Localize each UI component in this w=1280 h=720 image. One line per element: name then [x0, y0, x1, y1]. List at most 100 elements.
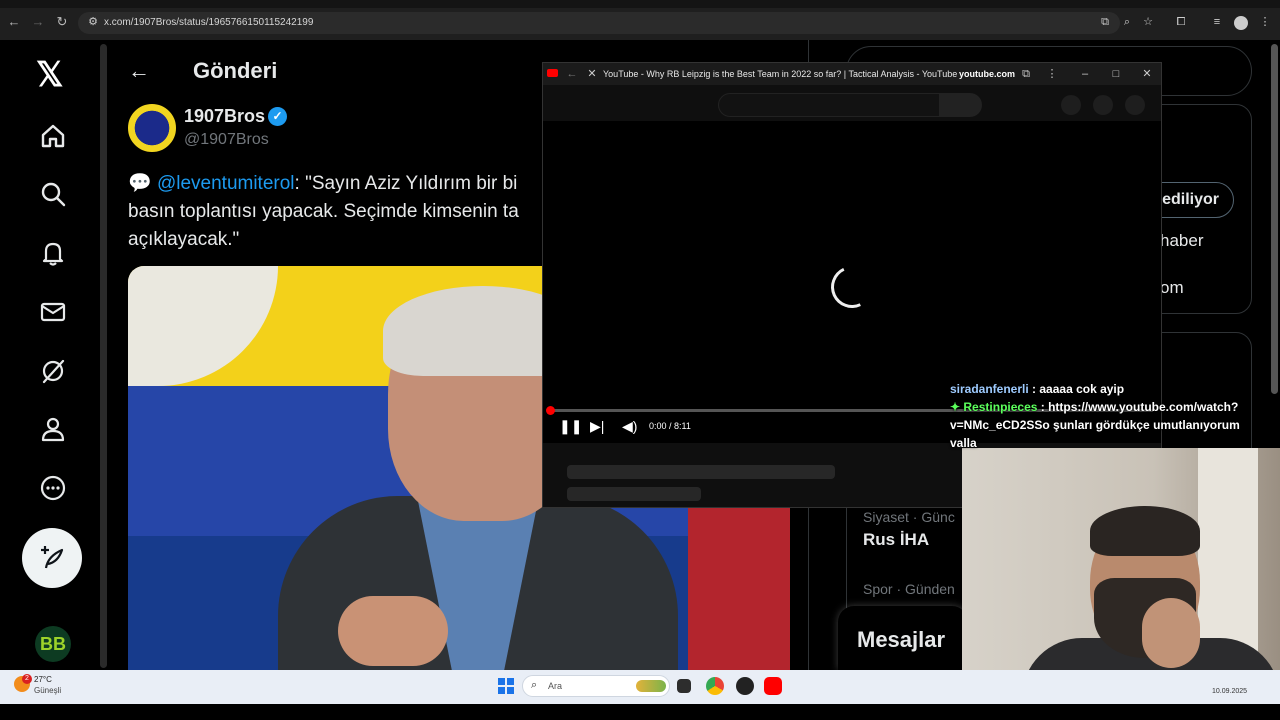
media-controls-icon[interactable]: ≡	[1210, 15, 1224, 29]
sidebar-item-more[interactable]	[22, 466, 84, 510]
popup-title: YouTube - Why RB Leipzig is the Best Tea…	[603, 69, 958, 79]
start-tile	[507, 678, 514, 685]
reload-icon[interactable]: ↻	[54, 14, 70, 30]
popup-close-nav-icon[interactable]: ✕	[585, 67, 599, 81]
grok-icon	[42, 359, 65, 384]
weather-badge: 2	[22, 674, 32, 684]
home-icon	[41, 124, 65, 148]
post-text-line2: basın toplantısı yapacak. Seçimde kimsen…	[128, 201, 519, 222]
bookmark-star-icon[interactable]: ☆	[1141, 15, 1155, 29]
sidebar-item-home[interactable]	[22, 114, 84, 158]
page-title: Gönderi	[193, 58, 278, 83]
task-view-icon[interactable]	[677, 679, 691, 693]
streamer-hair	[1090, 506, 1200, 556]
taskbar-date[interactable]: 10.09.2025	[1212, 688, 1247, 695]
right-scrollbar[interactable]	[1271, 44, 1278, 394]
sidebar-item-explore[interactable]	[22, 172, 84, 216]
weather-desc[interactable]: Güneşli	[34, 686, 61, 695]
compose-post-button[interactable]	[22, 528, 82, 588]
man-hands	[338, 596, 448, 666]
trend-category: Siyaset · Günc	[863, 509, 955, 525]
verified-badge-icon: ✓	[268, 107, 287, 126]
zoom-icon[interactable]: ⌕	[1120, 15, 1134, 29]
tab-strip	[0, 0, 1280, 8]
video-time: 0:00 / 8:11	[649, 421, 691, 431]
url-text[interactable]: x.com/1907Bros/status/196576615011524219…	[104, 17, 313, 28]
browser-menu-icon[interactable]: ⋮	[1258, 15, 1272, 29]
search-highlight-icon[interactable]	[636, 680, 666, 692]
chat-message: siradanfenerli : aaaaa cok ayip	[950, 380, 1240, 398]
sidebar-item-profile[interactable]	[22, 407, 84, 451]
post-text: 💬 @leventumiterol: "Sayın Aziz Yıldırım …	[128, 170, 548, 254]
youtube-icon	[547, 69, 558, 77]
chat-username: Restinpieces	[963, 400, 1038, 414]
youtube-header-button[interactable]	[1061, 95, 1081, 115]
avatar-initials: BB	[40, 633, 66, 654]
chat-badge-icon: ✦	[950, 400, 964, 414]
author-avatar[interactable]	[128, 104, 176, 152]
forward-icon[interactable]: →	[30, 14, 46, 30]
red-background	[688, 506, 790, 670]
more-icon	[40, 475, 66, 501]
author-name[interactable]: 1907Bros	[184, 106, 265, 127]
streamer-hand	[1142, 598, 1200, 668]
webcam-overlay	[962, 448, 1280, 686]
popup-menu-icon[interactable]: ⋮	[1045, 67, 1059, 81]
site-info-icon[interactable]: ⚙	[86, 15, 100, 29]
youtube-header-button[interactable]	[1125, 95, 1145, 115]
browser-profile-avatar[interactable]	[1234, 16, 1248, 30]
trend-title[interactable]: Rus İHA	[863, 530, 929, 550]
maximize-icon[interactable]: □	[1109, 67, 1123, 81]
mention-link[interactable]: @leventumiterol	[157, 173, 295, 194]
sidebar-item-notifications[interactable]	[22, 231, 84, 275]
chat-message: ✦ Restinpieces : https://www.youtube.com…	[950, 398, 1240, 452]
next-icon[interactable]: ▶|	[590, 418, 604, 435]
back-arrow-icon[interactable]: ←	[128, 58, 150, 84]
sidebar-item-grok[interactable]	[22, 349, 84, 393]
right-card-text-2: om	[1160, 278, 1184, 297]
stream-chat-overlay: siradanfenerli : aaaaa cok ayip ✦ Restin…	[950, 380, 1240, 452]
bell-icon	[42, 242, 64, 266]
chat-username: siradanfenerli	[950, 382, 1029, 396]
extensions-icon[interactable]: ⧠	[1174, 15, 1188, 29]
start-button[interactable]	[498, 678, 514, 694]
youtube-app-icon[interactable]	[764, 677, 782, 695]
messages-drawer-label[interactable]: Mesajlar	[857, 627, 945, 653]
youtube-header-button[interactable]	[1093, 95, 1113, 115]
start-tile	[507, 687, 514, 694]
taskbar-search-icon: ⌕	[531, 679, 538, 691]
start-tile	[498, 687, 505, 694]
loading-placeholder	[567, 465, 835, 479]
x-logo-icon[interactable]: 𝕏	[36, 55, 63, 95]
right-card-text-1: haber	[1160, 231, 1204, 250]
trend-category: Spor · Günden	[863, 581, 955, 597]
pause-icon[interactable]: ❚❚	[559, 418, 582, 435]
person-icon	[41, 417, 65, 442]
install-icon[interactable]: ⧉	[1098, 15, 1112, 29]
obs-icon[interactable]	[736, 677, 754, 695]
youtube-search-button[interactable]	[940, 93, 982, 117]
back-icon[interactable]: ←	[6, 14, 22, 30]
minimize-icon[interactable]: –	[1078, 67, 1092, 81]
account-avatar[interactable]: BB	[35, 626, 71, 662]
post-text-line3: açıklayacak."	[128, 229, 240, 250]
weather-temp[interactable]: 27°C	[34, 675, 52, 684]
feather-plus-icon	[41, 546, 64, 569]
author-handle[interactable]: @1907Bros	[184, 131, 269, 149]
volume-icon[interactable]: ◀)	[622, 418, 637, 435]
search-icon	[41, 182, 66, 207]
popup-back-icon[interactable]: ←	[565, 67, 579, 81]
youtube-search-input[interactable]	[718, 93, 940, 117]
left-scrollbar[interactable]	[100, 44, 107, 668]
mail-icon	[40, 302, 66, 322]
popup-extension-icon[interactable]: ⧉	[1019, 67, 1033, 81]
video-scrubber-handle[interactable]	[546, 406, 555, 415]
popup-domain: youtube.com	[959, 69, 1016, 79]
speech-bubble-icon: 💬	[128, 173, 152, 194]
window-close-icon[interactable]: ✕	[1140, 67, 1154, 81]
start-tile	[498, 678, 505, 685]
chrome-icon[interactable]	[706, 677, 724, 695]
taskbar-search-placeholder[interactable]: Ara	[548, 681, 562, 691]
sidebar-item-messages[interactable]	[22, 290, 84, 334]
letterbox-bar	[0, 704, 1280, 720]
